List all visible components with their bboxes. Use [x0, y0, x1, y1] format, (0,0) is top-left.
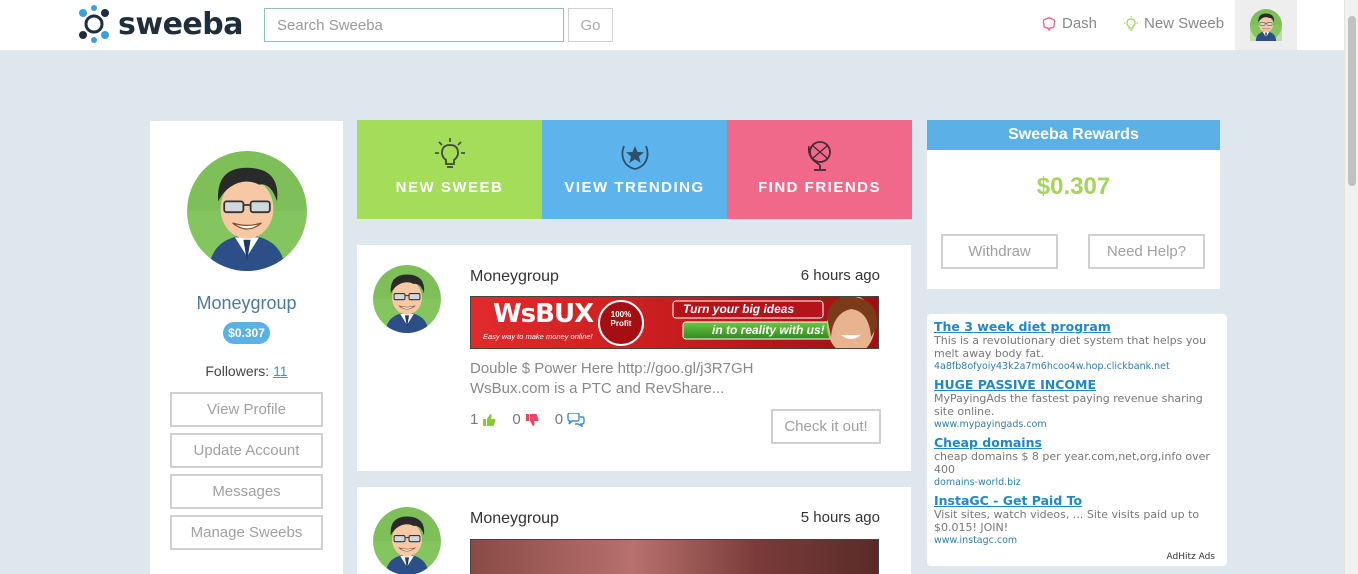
ad-item[interactable]: InstaGC - Get Paid To Visit sites, watch…: [934, 493, 1220, 547]
view-profile-button[interactable]: View Profile: [170, 392, 323, 427]
ad-item[interactable]: HUGE PASSIVE INCOME MyPayingAds the fast…: [934, 377, 1220, 431]
rewards-title: Sweeba Rewards: [927, 120, 1220, 150]
messages-button[interactable]: Messages: [170, 474, 323, 509]
post-banner-image[interactable]: WsBUX Easy way to make money online! 100…: [470, 296, 879, 349]
ads-panel: The 3 week diet program This is a revolu…: [927, 314, 1227, 566]
ad-item[interactable]: The 3 week diet program This is a revolu…: [934, 319, 1220, 373]
post-card: Moneygroup 6 hours ago WsBUX Easy way to…: [357, 245, 911, 471]
post-card: Moneygroup 5 hours ago: [357, 487, 911, 574]
need-help-button[interactable]: Need Help?: [1088, 234, 1205, 269]
rewards-card: Sweeba Rewards $0.307 Withdraw Need Help…: [927, 120, 1220, 289]
check-it-out-button[interactable]: Check it out!: [771, 409, 881, 444]
ad-description: cheap domains $ 8 per year.com,net,org,i…: [934, 450, 1210, 476]
comment-control[interactable]: 0: [555, 411, 585, 428]
nav-new-sweeb-link[interactable]: New Sweeb: [1123, 15, 1224, 32]
nav-user-avatar[interactable]: [1235, 0, 1297, 50]
lightbulb-icon: [1124, 15, 1138, 31]
post-image[interactable]: [470, 539, 879, 574]
followers-count: Followers: 11: [150, 363, 343, 379]
ad-title[interactable]: InstaGC - Get Paid To: [934, 493, 1220, 508]
ad-url[interactable]: www.mypayingads.com: [934, 418, 1220, 431]
nav-dash-label: Dash: [1062, 15, 1098, 32]
ad-url[interactable]: www.instagc.com: [934, 534, 1220, 547]
sweeba-logo-icon: [79, 5, 109, 43]
avatar: [187, 151, 307, 271]
top-navbar: sweeba Go Dash New Sweeb: [0, 0, 1344, 50]
lightbulb-icon: [434, 138, 465, 168]
star-wreath-icon: [621, 145, 648, 170]
post-stats: 1 0 0: [470, 411, 585, 428]
comment-count: 0: [554, 411, 564, 428]
ad-item[interactable]: Cheap domains cheap domains $ 8 per year…: [934, 435, 1220, 489]
ad-title[interactable]: The 3 week diet program: [934, 319, 1220, 334]
thumbs-up-icon: [483, 413, 496, 426]
ad-title[interactable]: Cheap domains: [934, 435, 1220, 450]
avatar: [373, 265, 441, 333]
ad-description: This is a revolutionary diet system that…: [934, 334, 1207, 360]
brain-icon: [1042, 16, 1056, 31]
view-trending-tile-label: VIEW TRENDING: [564, 179, 705, 196]
avatar: [1250, 9, 1282, 41]
sweeba-logo[interactable]: sweeba: [76, 5, 243, 43]
ads-footer[interactable]: AdHitz Ads: [1167, 552, 1216, 562]
logo-text: sweeba: [118, 6, 243, 42]
profile-avatar[interactable]: [187, 151, 307, 271]
post-time: 6 hours ago: [800, 267, 880, 284]
post-time: 5 hours ago: [800, 509, 880, 526]
ad-title[interactable]: HUGE PASSIVE INCOME: [934, 377, 1220, 392]
view-trending-tile[interactable]: VIEW TRENDING: [542, 120, 727, 219]
page-scrollbar[interactable]: [1344, 0, 1358, 574]
post-text: Double $ Power Here http://goo.gl/j3R7GH…: [470, 360, 754, 397]
post-author[interactable]: Moneygroup: [470, 510, 559, 528]
banner-line2: in to reality with us!: [712, 323, 825, 337]
new-sweeb-tile-label: NEW SWEEB: [395, 179, 504, 196]
like-count: 1: [470, 411, 479, 428]
ad-description: Visit sites, watch videos, ... Site visi…: [934, 508, 1200, 534]
banner-brand: WsBUX: [493, 299, 594, 329]
find-friends-tile[interactable]: FIND FRIENDS: [727, 120, 912, 219]
profile-name[interactable]: Moneygroup: [150, 293, 343, 314]
ad-description: MyPayingAds the fastest paying revenue s…: [934, 392, 1203, 418]
followers-count-link[interactable]: 11: [273, 363, 288, 379]
followers-label: Followers:: [205, 363, 270, 379]
manage-sweebs-button[interactable]: Manage Sweebs: [170, 515, 323, 550]
thumbs-down-icon: [525, 413, 539, 426]
balance-badge: $0.307: [223, 322, 270, 344]
ad-url[interactable]: domains-world.biz: [934, 476, 1220, 489]
avatar: [373, 507, 441, 574]
banner-tagline: Easy way to make money online!: [483, 332, 593, 341]
nav-new-sweeb-label: New Sweeb: [1144, 15, 1225, 32]
update-account-button[interactable]: Update Account: [170, 433, 323, 468]
post-author[interactable]: Moneygroup: [470, 268, 559, 286]
rewards-amount: $0.307: [1036, 173, 1111, 200]
scrollbar-thumb[interactable]: [1348, 16, 1356, 186]
banner-badge: 100% Profit: [610, 310, 632, 328]
go-button[interactable]: Go: [568, 8, 613, 42]
find-friends-tile-label: FIND FRIENDS: [758, 179, 881, 196]
ad-url[interactable]: 4a8fb8ofyoiy43k2a7m6hcoo4w.hop.clickbank…: [934, 360, 1220, 373]
comment-bubbles-icon: [567, 412, 585, 427]
withdraw-button[interactable]: Withdraw: [941, 234, 1058, 269]
profile-card: Moneygroup $0.307 Followers: 11 View Pro…: [150, 121, 343, 574]
dislike-count: 0: [512, 411, 521, 428]
search-input[interactable]: [264, 8, 564, 42]
dislike-control[interactable]: 0: [512, 411, 539, 428]
globe-icon: [807, 141, 831, 171]
nav-dash-link[interactable]: Dash: [1041, 15, 1097, 32]
new-sweeb-tile[interactable]: NEW SWEEB: [357, 120, 542, 219]
post-avatar[interactable]: [373, 265, 441, 333]
post-avatar[interactable]: [373, 507, 441, 574]
like-control[interactable]: 1: [470, 411, 496, 428]
banner-line1: Turn your big ideas: [683, 302, 795, 316]
